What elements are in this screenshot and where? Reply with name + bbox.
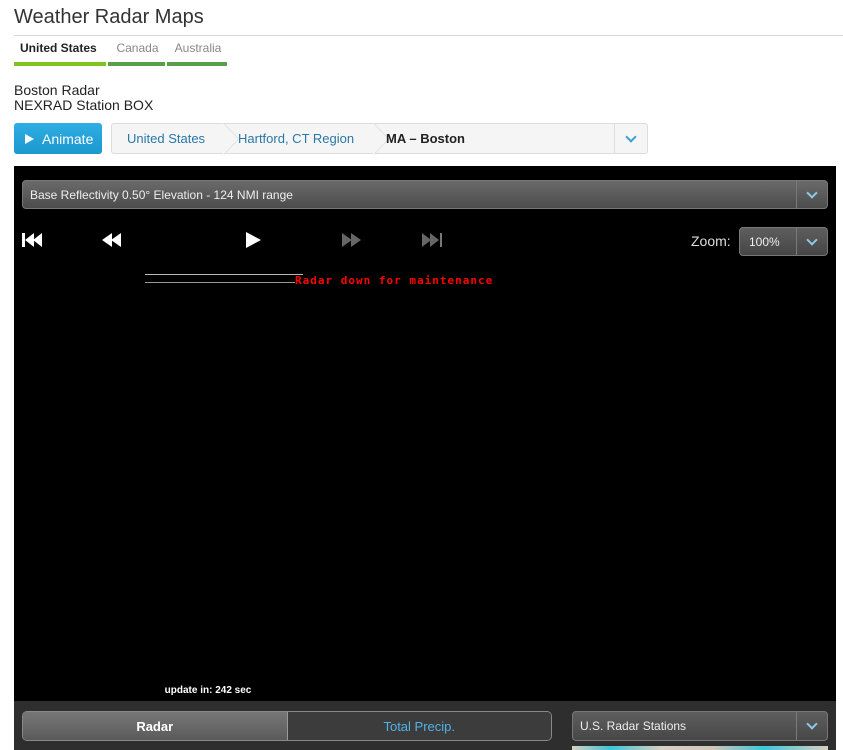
tab-label: Radar <box>136 718 174 734</box>
tab-label: Australia <box>174 41 222 55</box>
tab-underline <box>14 62 106 66</box>
station-dropdown-button[interactable] <box>614 124 647 153</box>
breadcrumb-united-states[interactable]: United States <box>112 123 239 155</box>
tab-radar[interactable]: Radar <box>23 712 288 740</box>
zoom-label: Zoom: <box>691 233 731 249</box>
rewind-icon <box>102 233 121 247</box>
product-select-value: Base Reflectivity 0.50° Elevation - 124 … <box>30 187 293 202</box>
breadcrumb: United States Hartford, CT Region MA – B… <box>111 123 648 155</box>
product-select-toggle[interactable] <box>796 181 827 208</box>
status-line <box>145 282 295 283</box>
update-countdown: update in: 242 sec <box>164 685 252 696</box>
tab-canada[interactable]: Canada <box>108 40 167 66</box>
previous-frame-button[interactable] <box>102 232 122 248</box>
first-frame-button[interactable] <box>22 232 44 248</box>
breadcrumb-hartford-region[interactable]: Hartford, CT Region <box>218 123 389 155</box>
status-line <box>145 274 303 275</box>
zoom-select-value: 100% <box>749 234 780 249</box>
tab-label: United States <box>20 41 97 55</box>
radar-map[interactable]: Radar down for maintenance <box>14 262 836 702</box>
animate-button[interactable]: Animate <box>14 123 102 154</box>
zoom-select[interactable]: 100% <box>739 227 828 256</box>
stations-select-value: U.S. Radar Stations <box>580 719 687 733</box>
skip-to-start-icon <box>22 233 42 247</box>
tab-australia[interactable]: Australia <box>167 40 229 66</box>
tab-total-precip[interactable]: Total Precip. <box>287 712 551 740</box>
stations-map-preview[interactable] <box>572 746 828 750</box>
maintenance-message: Radar down for maintenance <box>295 274 494 287</box>
play-button[interactable] <box>246 232 261 248</box>
animate-label: Animate <box>42 130 94 147</box>
next-frame-button[interactable] <box>342 232 362 248</box>
station-id: NEXRAD Station BOX <box>14 97 154 113</box>
tab-underline <box>167 62 227 66</box>
chevron-down-icon <box>806 718 818 730</box>
chevron-down-icon <box>625 130 637 143</box>
chevron-down-icon <box>806 233 818 246</box>
breadcrumb-label: Hartford, CT Region <box>238 131 355 146</box>
layer-tabs: Radar Total Precip. <box>22 711 552 741</box>
product-select[interactable]: Base Reflectivity 0.50° Elevation - 124 … <box>22 180 828 209</box>
zoom-select-toggle[interactable] <box>796 228 827 255</box>
last-frame-button[interactable] <box>422 232 444 248</box>
country-tabs: United States Canada Australia <box>14 40 229 66</box>
breadcrumb-current-station: MA – Boston <box>368 124 614 153</box>
fast-forward-icon <box>342 233 361 247</box>
tab-label: Canada <box>116 41 159 55</box>
skip-to-end-icon <box>422 233 442 247</box>
layer-bar: Radar Total Precip. U.S. Radar Stations <box>14 701 836 750</box>
play-icon <box>25 133 34 144</box>
breadcrumb-label: United States <box>127 131 206 146</box>
radar-panel: Base Reflectivity 0.50° Elevation - 124 … <box>14 166 836 750</box>
page-title: Weather Radar Maps <box>14 6 204 28</box>
station-name: Boston Radar <box>14 82 100 98</box>
play-icon <box>246 232 261 248</box>
chevron-down-icon <box>806 186 818 199</box>
breadcrumb-label: MA – Boston <box>386 131 465 146</box>
stations-select-toggle[interactable] <box>796 712 827 740</box>
tab-label: Total Precip. <box>383 718 456 734</box>
radar-stations-select[interactable]: U.S. Radar Stations <box>572 711 828 741</box>
tab-underline <box>108 62 165 66</box>
tab-united-states[interactable]: United States <box>14 40 108 66</box>
station-info: Boston Radar NEXRAD Station BOX <box>14 83 153 113</box>
title-divider <box>14 35 843 36</box>
